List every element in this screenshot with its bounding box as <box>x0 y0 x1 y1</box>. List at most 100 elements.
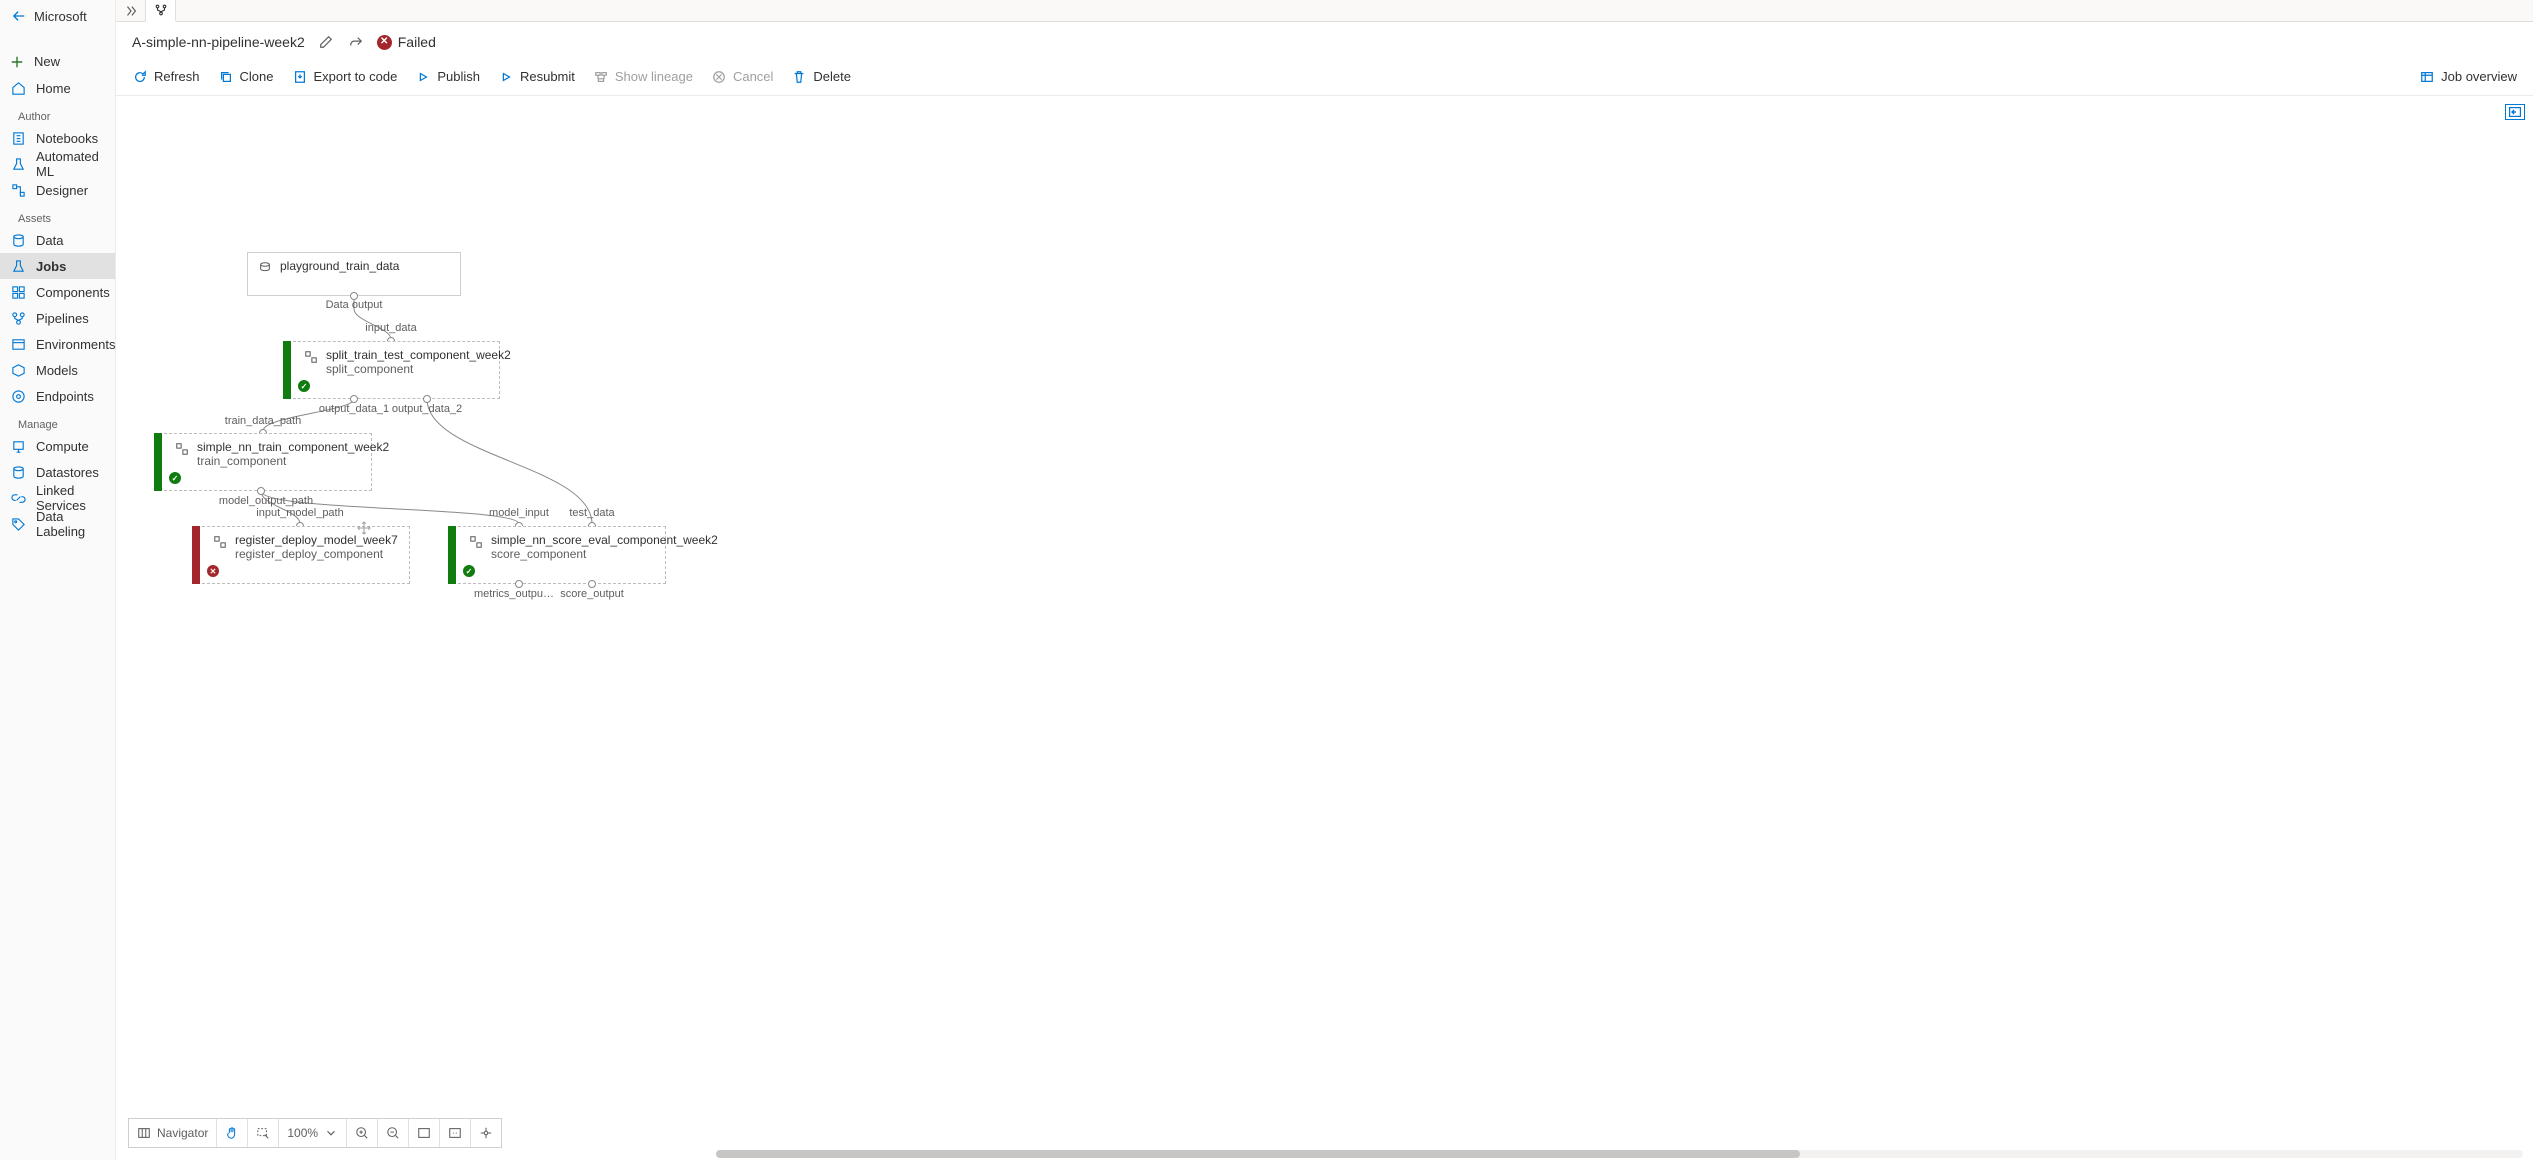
port-model-output-path: model_output_path <box>219 495 313 507</box>
port-data-output: Data output <box>326 299 383 311</box>
sidebar-item-models[interactable]: Models <box>0 357 115 383</box>
port-train-data-path: train_data_path <box>225 415 301 427</box>
node-title: split_train_test_component_week2 <box>326 348 511 362</box>
canvas[interactable]: playground_train_data Data output input_… <box>116 96 2533 1160</box>
back-arrow-icon <box>12 9 26 23</box>
port-metrics-output: metrics_outpu… <box>474 588 554 600</box>
job-overview-button[interactable]: Job overview <box>2419 69 2517 85</box>
node-title: register_deploy_model_week7 <box>235 533 398 547</box>
export-button[interactable]: Export to code <box>292 69 398 85</box>
label: Data <box>36 233 63 248</box>
zoom-out-icon <box>386 1126 400 1140</box>
sidebar-item-automated-ml[interactable]: Automated ML <box>0 151 115 177</box>
notebook-icon <box>10 130 26 146</box>
cancel-button[interactable]: Cancel <box>711 69 773 85</box>
sidebar-item-components[interactable]: Components <box>0 279 115 305</box>
label: Endpoints <box>36 389 94 404</box>
tab-pipeline[interactable] <box>146 0 176 22</box>
fit-screen-button[interactable] <box>409 1119 440 1147</box>
horizontal-scrollbar[interactable] <box>716 1150 2523 1158</box>
error-icon: ✕ <box>207 565 219 577</box>
resubmit-button[interactable]: Resubmit <box>498 69 575 85</box>
compute-icon <box>10 438 26 454</box>
status-indicator <box>154 433 162 491</box>
pan-tool[interactable] <box>217 1119 248 1147</box>
new-button[interactable]: New <box>0 48 115 75</box>
label: Jobs <box>36 259 66 274</box>
sidebar-item-notebooks[interactable]: Notebooks <box>0 125 115 151</box>
component-icon <box>304 350 318 364</box>
navigator-label: Navigator <box>157 1126 208 1140</box>
label: Resubmit <box>520 69 575 84</box>
share-button[interactable] <box>347 33 365 51</box>
endpoints-icon <box>10 388 26 404</box>
select-icon <box>256 1126 270 1140</box>
dataset-icon <box>258 261 272 275</box>
edit-name-button[interactable] <box>317 33 335 51</box>
sidebar-item-designer[interactable]: Designer <box>0 177 115 203</box>
success-icon: ✓ <box>298 380 310 392</box>
publish-button[interactable]: Publish <box>415 69 480 85</box>
hand-icon <box>225 1126 239 1140</box>
sidebar-item-linked-services[interactable]: Linked Services <box>0 485 115 511</box>
port-dot[interactable] <box>257 487 265 495</box>
zoom-out-button[interactable] <box>378 1119 409 1147</box>
node-train[interactable]: simple_nn_train_component_week2 train_co… <box>154 433 372 491</box>
label: Automated ML <box>36 149 107 179</box>
node-subtitle: split_component <box>326 362 511 376</box>
sidebar-item-environments[interactable]: Environments <box>0 331 115 357</box>
cancel-icon <box>711 69 727 85</box>
brand-label: Microsoft <box>34 9 87 24</box>
clone-icon <box>218 69 234 85</box>
status-indicator <box>192 526 200 584</box>
node-title: simple_nn_train_component_week2 <box>197 440 389 454</box>
move-handle-icon[interactable] <box>357 521 371 535</box>
components-icon <box>10 284 26 300</box>
status-badge: ✕ Failed <box>377 34 436 50</box>
delete-button[interactable]: Delete <box>791 69 851 85</box>
section-manage: Manage <box>0 415 115 433</box>
show-lineage-button[interactable]: Show lineage <box>593 69 693 85</box>
node-title: simple_nn_score_eval_component_week2 <box>491 533 718 547</box>
sidebar-item-endpoints[interactable]: Endpoints <box>0 383 115 409</box>
brand-back[interactable]: Microsoft <box>0 0 115 32</box>
tabstrip <box>116 0 2533 22</box>
port-dot[interactable] <box>423 395 431 403</box>
sidebar-item-pipelines[interactable]: Pipelines <box>0 305 115 331</box>
port-dot[interactable] <box>588 580 596 588</box>
node-register[interactable]: register_deploy_model_week7 register_dep… <box>192 526 410 584</box>
label: Compute <box>36 439 89 454</box>
node-dataset[interactable]: playground_train_data <box>247 252 461 296</box>
sidebar-item-datastores[interactable]: Datastores <box>0 459 115 485</box>
tab-expand[interactable] <box>116 0 146 21</box>
status-indicator <box>283 341 291 399</box>
navigator-toggle[interactable]: Navigator <box>129 1119 217 1147</box>
pipeline-tab-icon <box>154 3 168 17</box>
sidebar-item-compute[interactable]: Compute <box>0 433 115 459</box>
sidebar-item-home[interactable]: Home <box>0 75 115 101</box>
link-icon <box>10 490 26 506</box>
port-dot[interactable] <box>350 395 358 403</box>
auto-layout-button[interactable] <box>471 1119 501 1147</box>
actual-size-button[interactable] <box>440 1119 471 1147</box>
pipeline-name: A-simple-nn-pipeline-week2 <box>132 34 305 50</box>
node-subtitle: train_component <box>197 454 389 468</box>
node-split[interactable]: split_train_test_component_week2 split_c… <box>283 341 500 399</box>
node-score[interactable]: simple_nn_score_eval_component_week2 sco… <box>448 526 666 584</box>
select-tool[interactable] <box>248 1119 279 1147</box>
refresh-button[interactable]: Refresh <box>132 69 200 85</box>
minimap-toggle[interactable] <box>2505 104 2525 120</box>
port-output-data-2: output_data_2 <box>392 403 462 415</box>
scrollbar-thumb[interactable] <box>716 1150 1800 1158</box>
edges <box>116 96 2533 1160</box>
zoom-in-button[interactable] <box>347 1119 378 1147</box>
sidebar-item-jobs[interactable]: Jobs <box>0 253 115 279</box>
overview-icon <box>2419 69 2435 85</box>
zoom-display[interactable]: 100% <box>279 1119 347 1147</box>
navigator-bar: Navigator 100% <box>128 1118 502 1148</box>
sidebar-item-data-labeling[interactable]: Data Labeling <box>0 511 115 537</box>
sidebar-item-data[interactable]: Data <box>0 227 115 253</box>
port-dot[interactable] <box>515 580 523 588</box>
section-assets: Assets <box>0 209 115 227</box>
clone-button[interactable]: Clone <box>218 69 274 85</box>
